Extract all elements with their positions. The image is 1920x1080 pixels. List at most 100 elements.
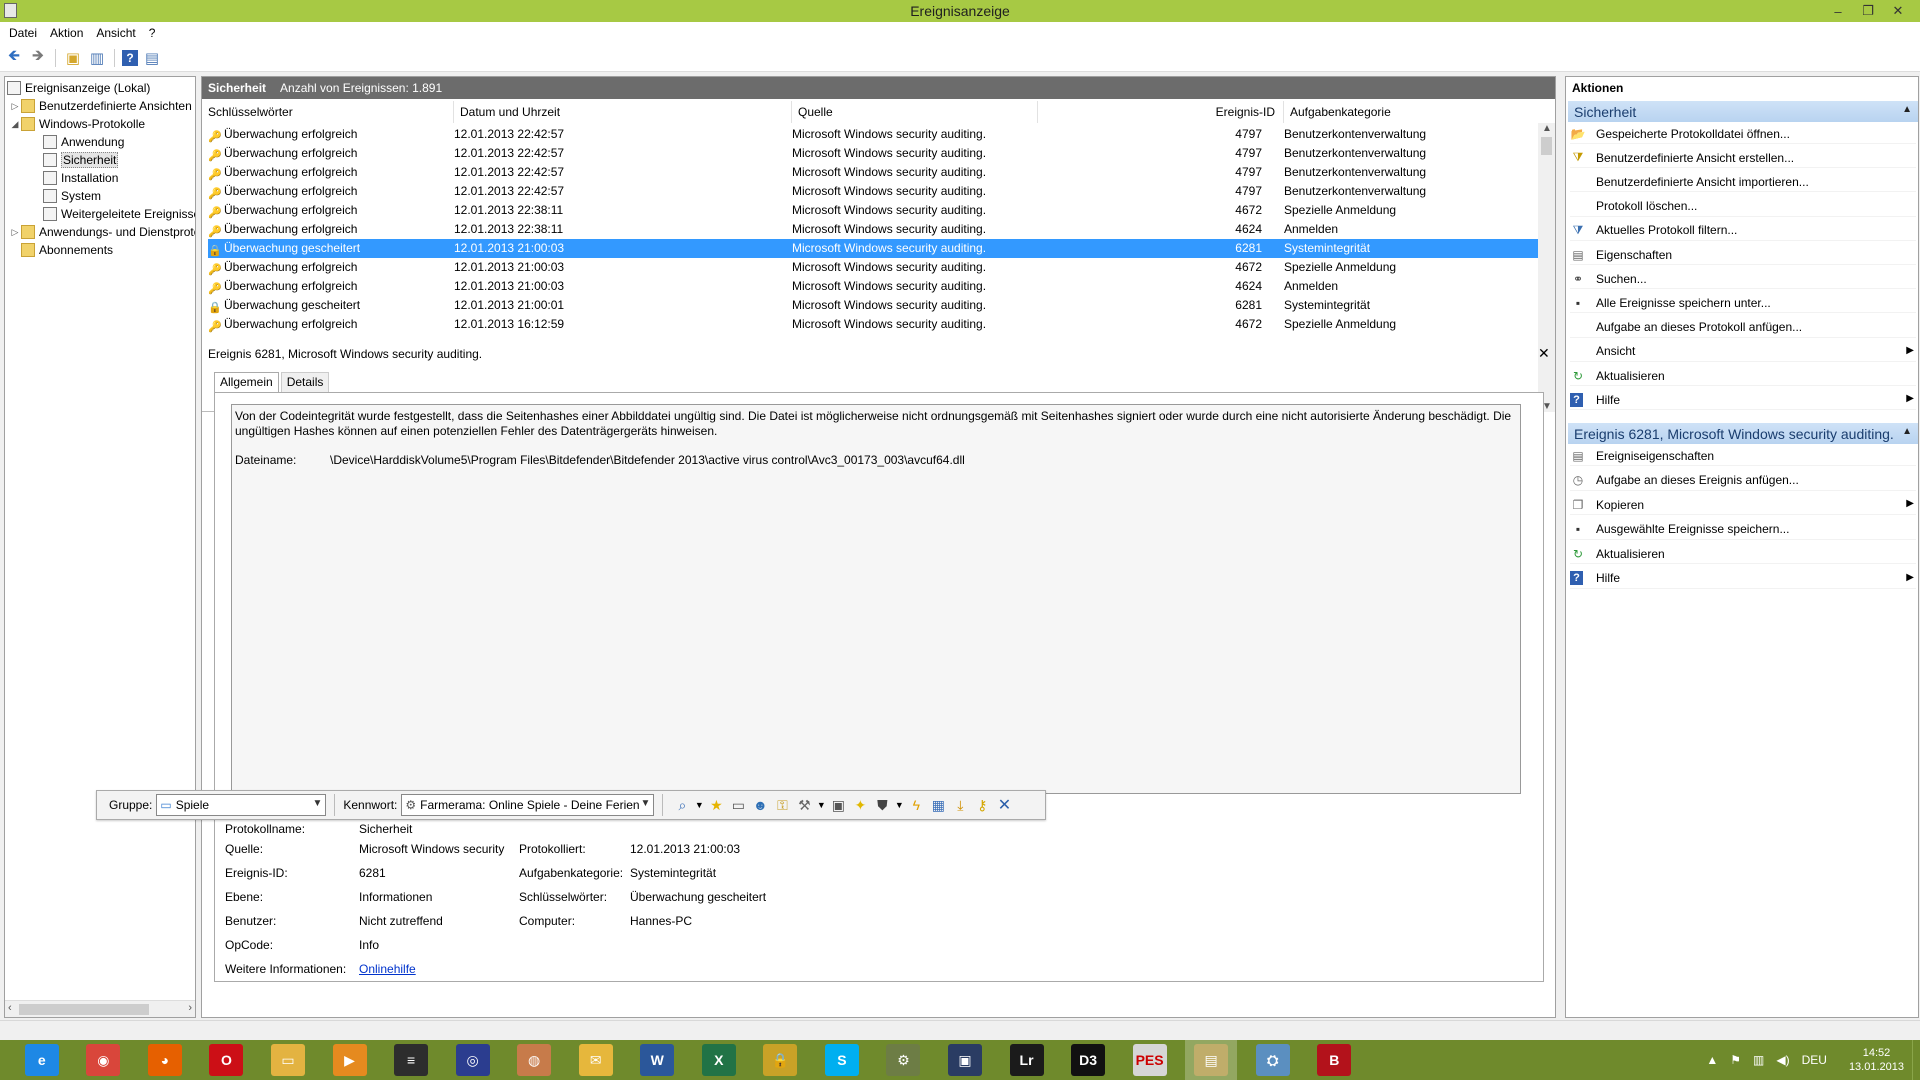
network-icon[interactable]: ▥: [1753, 1053, 1764, 1067]
user-icon[interactable]: ☻: [749, 794, 771, 816]
event-row[interactable]: 🔑 Überwachung erfolgreich 12.01.2013 22:42…: [208, 163, 1538, 182]
tree-item-system[interactable]: System: [43, 187, 101, 205]
menu-ansicht[interactable]: Ansicht: [91, 26, 143, 40]
column-header-category[interactable]: Aufgabenkategorie: [1284, 101, 1536, 123]
download-icon[interactable]: ⤓: [949, 794, 971, 816]
close-icon[interactable]: ✕: [993, 794, 1015, 816]
taskbar-app-firefox[interactable]: ◕: [139, 1040, 191, 1080]
tab-allgemein[interactable]: Allgemein: [214, 372, 279, 392]
action-item[interactable]: ▪ Ausgewählte Ereignisse speichern...: [1570, 520, 1916, 540]
event-message-box[interactable]: Von der Codeintegrität wurde festgestell…: [231, 404, 1521, 794]
taskbar-app-lightroom[interactable]: Lr: [1001, 1040, 1053, 1080]
tools-icon[interactable]: ⚒: [793, 794, 815, 816]
back-arrow-icon[interactable]: 🡸: [4, 47, 24, 68]
help-icon[interactable]: ?: [122, 49, 138, 66]
tree-item-windows-logs[interactable]: ◢ Windows-Protokolle: [9, 115, 145, 133]
up-folder-icon[interactable]: ▣: [63, 48, 83, 68]
event-row[interactable]: 🔒 Überwachung gescheitert 12.01.2013 21:00…: [208, 296, 1538, 315]
section-sicherheit[interactable]: Sicherheit ▲: [1568, 101, 1918, 122]
chevron-down-icon[interactable]: ▼: [693, 794, 705, 816]
event-row[interactable]: 🔑 Überwachung erfolgreich 12.01.2013 21:00…: [208, 277, 1538, 296]
taskbar-app-app-photo[interactable]: ▣: [939, 1040, 991, 1080]
flag-icon[interactable]: ⚑: [1730, 1053, 1741, 1067]
event-row[interactable]: 🔑 Überwachung erfolgreich 12.01.2013 22:42…: [208, 182, 1538, 201]
tree-item-installation[interactable]: Installation: [43, 169, 118, 187]
window-icon[interactable]: ▭: [727, 794, 749, 816]
column-header-event-id[interactable]: Ereignis-ID: [1038, 101, 1284, 123]
taskbar-app-skype[interactable]: S: [816, 1040, 868, 1080]
scroll-thumb[interactable]: [19, 1004, 149, 1015]
calendar-icon[interactable]: ▦: [927, 794, 949, 816]
tree-item-root[interactable]: Ereignisanzeige (Lokal): [7, 79, 150, 97]
taskbar-app-network-app[interactable]: ⛭: [1247, 1040, 1299, 1080]
collapse-icon[interactable]: ◢: [9, 119, 21, 130]
chevron-down-icon[interactable]: ▼: [815, 794, 827, 816]
scroll-right-icon[interactable]: ›: [188, 1002, 192, 1014]
action-item[interactable]: ▤ Ereigniseigenschaften: [1570, 446, 1916, 466]
action-item[interactable]: ? Hilfe ▶: [1570, 390, 1916, 411]
action-item[interactable]: ▤ Eigenschaften: [1570, 245, 1916, 265]
event-row[interactable]: 🔑 Überwachung erfolgreich 12.01.2013 22:38…: [208, 220, 1538, 239]
taskbar-app-bitdefender[interactable]: B: [1308, 1040, 1360, 1080]
tree-item-app-service-logs[interactable]: ▷ Anwendungs- und Dienstprotokolle: [9, 223, 195, 241]
column-header-keywords[interactable]: Schlüsselwörter: [202, 101, 454, 123]
action-item[interactable]: ↻ Aktualisieren: [1570, 366, 1916, 386]
event-row[interactable]: 🔑 Überwachung erfolgreich 12.01.2013 22:38…: [208, 201, 1538, 220]
section-event[interactable]: Ereignis 6281, Microsoft Windows securit…: [1568, 423, 1918, 444]
taskbar-app-word[interactable]: W: [631, 1040, 683, 1080]
menu-help[interactable]: ?: [144, 26, 164, 40]
lightning-icon[interactable]: ϟ: [905, 794, 927, 816]
action-item[interactable]: Protokoll löschen...: [1570, 197, 1916, 217]
taskbar-app-excel[interactable]: X: [693, 1040, 745, 1080]
action-item[interactable]: ◷ Aufgabe an dieses Ereignis anfügen...: [1570, 471, 1916, 491]
scroll-thumb[interactable]: [1541, 137, 1552, 155]
action-item[interactable]: ❐ Kopieren ▶: [1570, 495, 1916, 515]
event-row[interactable]: 🔑 Überwachung erfolgreich 12.01.2013 22:42…: [208, 144, 1538, 163]
online-help-link[interactable]: Onlinehilfe: [359, 962, 416, 976]
taskbar-app-app-folder[interactable]: ✉: [570, 1040, 622, 1080]
shield-icon[interactable]: ⛊: [871, 794, 893, 816]
action-item[interactable]: ? Hilfe ▶: [1570, 569, 1916, 589]
lightbulb-icon[interactable]: ✦: [849, 794, 871, 816]
key-icon[interactable]: ⚿: [771, 794, 793, 816]
taskbar-app-explorer[interactable]: ▭: [262, 1040, 314, 1080]
taskbar-app-lock-app[interactable]: 🔒: [755, 1040, 807, 1080]
expand-icon[interactable]: ▷: [9, 101, 21, 112]
taskbar-app-app-round[interactable]: ◍: [508, 1040, 560, 1080]
close-detail-icon[interactable]: ✕: [1538, 345, 1550, 362]
event-row[interactable]: 🔒 Überwachung gescheitert 12.01.2013 21:00…: [208, 239, 1538, 258]
close-button[interactable]: ✕: [1890, 3, 1906, 19]
collapse-icon[interactable]: ▲: [1902, 426, 1912, 437]
tree-item-subscriptions[interactable]: Abonnements: [21, 241, 113, 259]
search-icon[interactable]: ⌕: [671, 794, 693, 816]
screen-icon[interactable]: ▣: [827, 794, 849, 816]
minimize-button[interactable]: –: [1830, 4, 1846, 19]
lock-icon[interactable]: ⚷: [971, 794, 993, 816]
group-select[interactable]: ▭ Spiele ▼: [156, 794, 327, 816]
column-header-date[interactable]: Datum und Uhrzeit: [454, 101, 792, 123]
event-row[interactable]: 🔑 Überwachung erfolgreich 12.01.2013 21:00…: [208, 258, 1538, 277]
taskbar-app-opera[interactable]: O: [201, 1040, 253, 1080]
tree-horizontal-scrollbar[interactable]: ‹ ›: [5, 1000, 195, 1017]
scroll-up-icon[interactable]: ▲: [1542, 123, 1552, 134]
event-list-scrollbar[interactable]: ▲ ▼: [1538, 123, 1555, 412]
action-item[interactable]: Ansicht ▶: [1570, 342, 1916, 362]
expand-icon[interactable]: ▷: [9, 227, 21, 238]
collapse-icon[interactable]: ▲: [1902, 104, 1912, 115]
taskbar-app-media-center[interactable]: ◎: [447, 1040, 499, 1080]
taskbar-app-app-tools[interactable]: ⚙: [878, 1040, 930, 1080]
scroll-left-icon[interactable]: ‹: [8, 1002, 12, 1014]
language-indicator[interactable]: DEU: [1802, 1053, 1827, 1067]
action-item[interactable]: Aufgabe an dieses Protokoll anfügen...: [1570, 318, 1916, 338]
taskbar-app-equalizer[interactable]: ≡: [385, 1040, 437, 1080]
tab-details[interactable]: Details: [280, 372, 330, 392]
taskbar-app-chrome[interactable]: ◉: [78, 1040, 130, 1080]
password-select[interactable]: ⚙ Farmerama: Online Spiele - Deine Ferie…: [401, 794, 655, 816]
tree-item-custom-views[interactable]: ▷ Benutzerdefinierte Ansichten: [9, 97, 192, 115]
app-icon[interactable]: [4, 3, 17, 18]
forward-arrow-icon[interactable]: 🡺: [28, 47, 48, 68]
tree-item-sicherheit[interactable]: Sicherheit: [43, 151, 119, 169]
star-icon[interactable]: ★: [705, 794, 727, 816]
tree-item-anwendung[interactable]: Anwendung: [43, 133, 124, 151]
chevron-down-icon[interactable]: ▼: [893, 794, 905, 816]
